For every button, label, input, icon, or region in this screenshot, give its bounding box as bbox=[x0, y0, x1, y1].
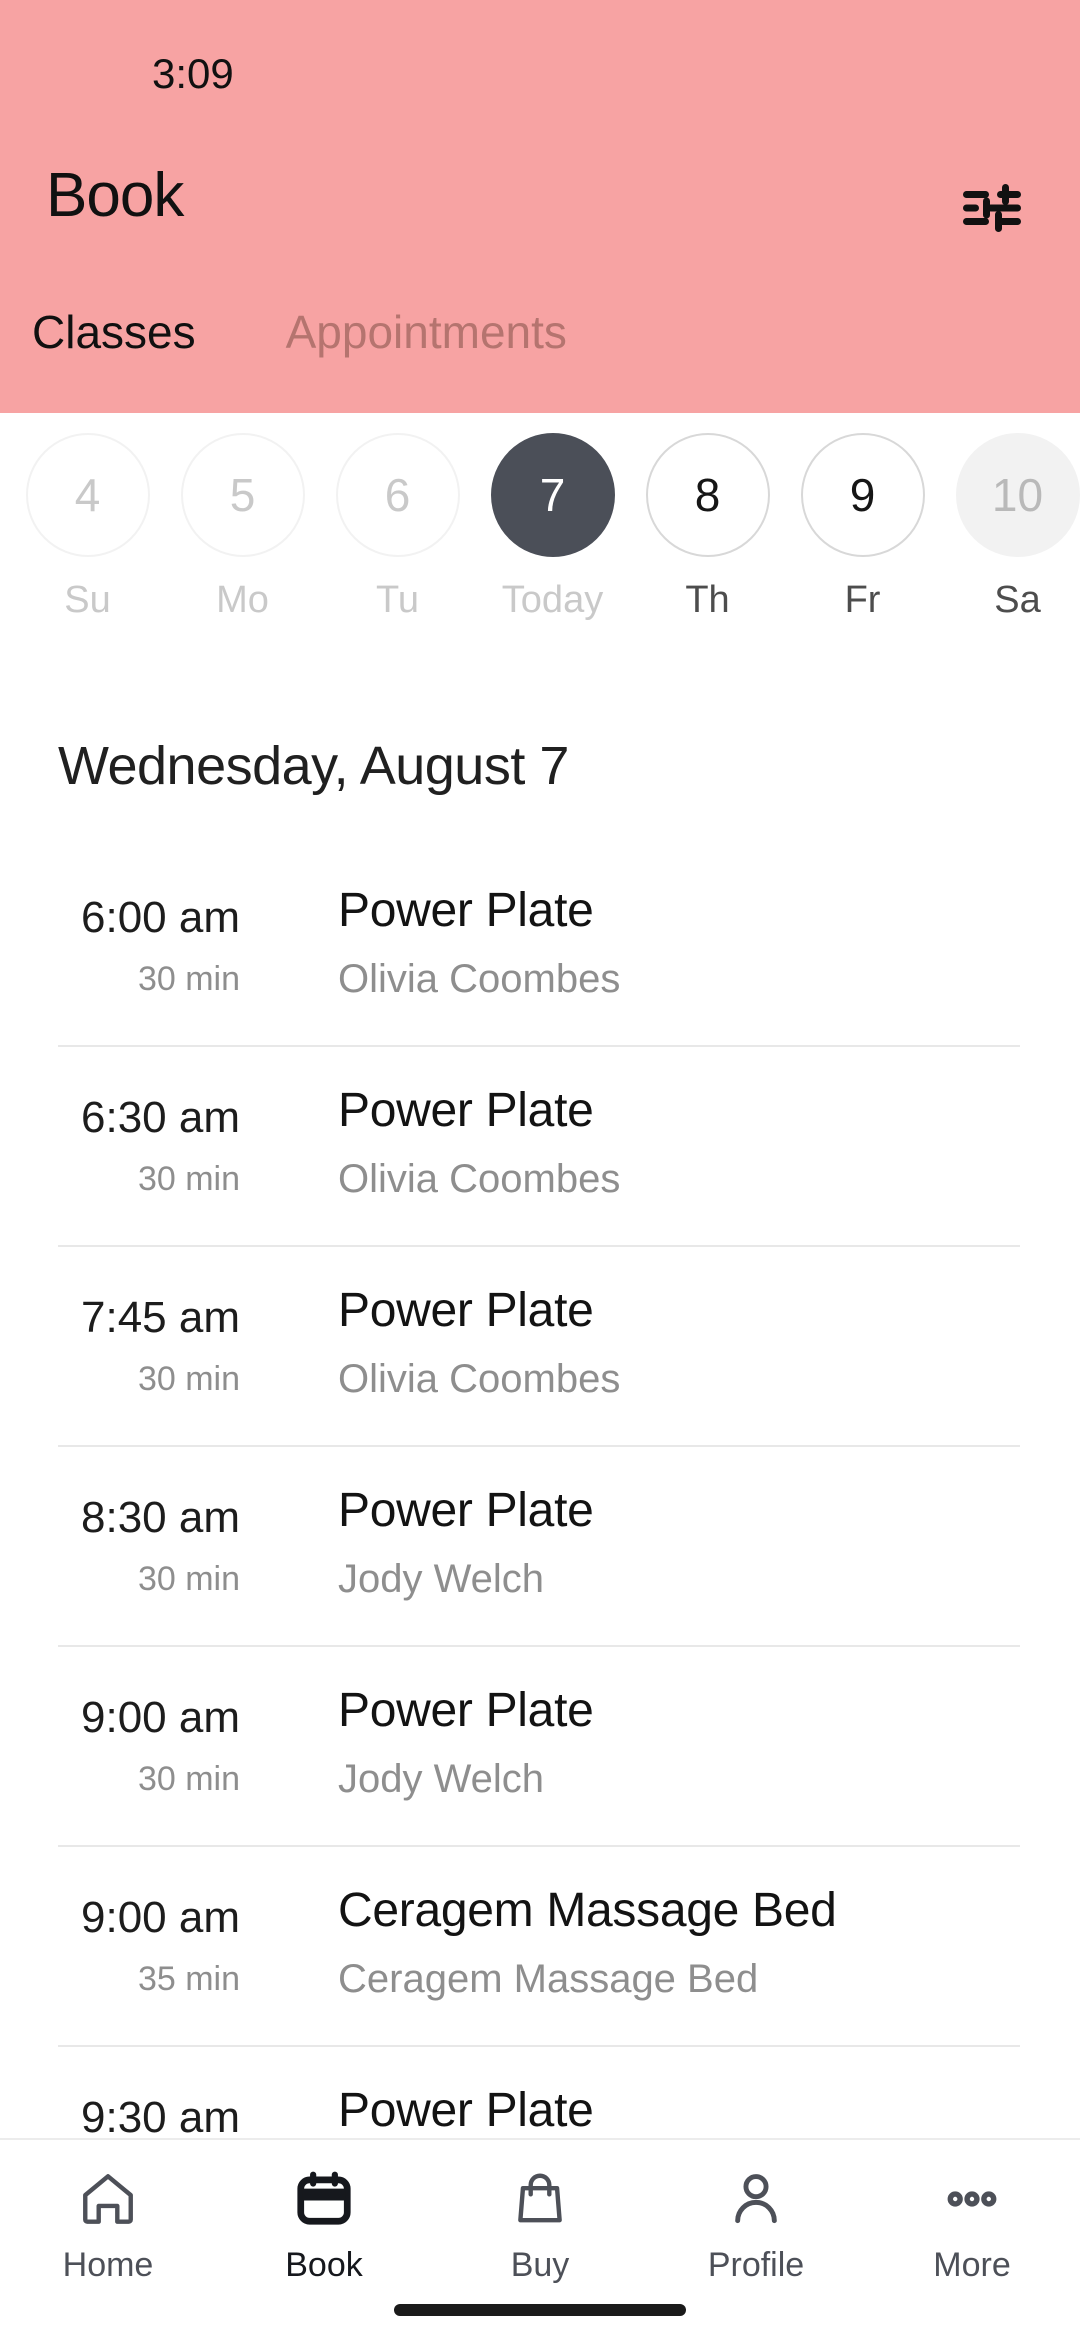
class-duration: 30 min bbox=[137, 1560, 240, 1598]
class-instructor: Jody Welch bbox=[338, 1557, 545, 1601]
nav-label: More bbox=[933, 2246, 1011, 2284]
nav-item-more[interactable]: More bbox=[864, 2162, 1080, 2285]
class-duration: 35 min bbox=[137, 1960, 240, 1998]
booking-tabs: Classes Appointments bbox=[0, 305, 567, 359]
date-weekday-label: Tu bbox=[376, 579, 419, 621]
tab-appointments[interactable]: Appointments bbox=[286, 305, 567, 359]
class-instructor: Olivia Coombes bbox=[338, 957, 621, 1001]
class-instructor: Ceragem Massage Bed bbox=[338, 1957, 759, 2001]
class-name: Power Plate bbox=[338, 2084, 594, 2137]
date-cell-7-today[interactable]: 7 Today bbox=[475, 433, 630, 622]
class-instructor: Jody Welch bbox=[338, 1757, 545, 1801]
class-instructor: Olivia Coombes bbox=[338, 1357, 621, 1401]
class-list-item[interactable]: 8:30 am 30 min Power Plate Jody Welch bbox=[0, 1445, 1080, 1645]
date-number: 8 bbox=[645, 433, 770, 557]
class-duration: 30 min bbox=[137, 1360, 240, 1398]
date-cell-10[interactable]: 10 Sa bbox=[940, 433, 1080, 622]
class-time: 9:00 am bbox=[81, 1893, 240, 1942]
row-divider bbox=[58, 2045, 1020, 2047]
nav-item-buy[interactable]: Buy bbox=[432, 2162, 648, 2285]
class-name: Power Plate bbox=[338, 1484, 594, 1537]
date-weekday-label: Fr bbox=[844, 579, 881, 621]
class-name: Ceragem Massage Bed bbox=[338, 1884, 837, 1937]
nav-label: Buy bbox=[510, 2246, 570, 2284]
class-name: Power Plate bbox=[338, 1284, 594, 1337]
row-divider bbox=[58, 1845, 1020, 1847]
row-divider bbox=[58, 1445, 1020, 1447]
class-list-item[interactable]: 7:45 am 30 min Power Plate Olivia Coombe… bbox=[0, 1245, 1080, 1445]
class-time: 9:30 am bbox=[81, 2093, 240, 2138]
date-number: 10 bbox=[955, 433, 1080, 557]
tab-classes[interactable]: Classes bbox=[32, 305, 196, 359]
class-list-item[interactable]: 9:00 am 30 min Power Plate Jody Welch bbox=[0, 1645, 1080, 1845]
nav-item-profile[interactable]: Profile bbox=[648, 2162, 864, 2285]
date-cell-5[interactable]: 5 Mo bbox=[165, 433, 320, 622]
class-duration: 30 min bbox=[137, 960, 240, 998]
date-number: 4 bbox=[25, 433, 150, 557]
nav-label: Profile bbox=[707, 2246, 805, 2284]
date-strip-row: 4 Su 5 Mo 6 Tu 7 Today 8 Th 9 Fr 10 Sa bbox=[10, 433, 1080, 622]
class-duration: 30 min bbox=[137, 1160, 240, 1198]
row-divider bbox=[58, 1245, 1020, 1247]
filter-button[interactable] bbox=[950, 172, 1034, 244]
class-list-item[interactable]: 6:30 am 30 min Power Plate Olivia Coombe… bbox=[0, 1045, 1080, 1245]
class-time: 6:30 am bbox=[81, 1093, 240, 1142]
page-title: Book bbox=[46, 161, 184, 230]
sliders-filter-icon bbox=[963, 184, 1021, 232]
nav-label: Home bbox=[62, 2246, 154, 2284]
date-weekday-label: Su bbox=[64, 579, 111, 621]
home-indicator bbox=[394, 2304, 686, 2316]
class-time: 9:00 am bbox=[81, 1693, 240, 1742]
nav-item-home[interactable]: Home bbox=[0, 2162, 216, 2285]
date-number: 6 bbox=[335, 433, 460, 557]
date-number-selected: 7 bbox=[490, 433, 615, 557]
day-heading: Wednesday, August 7 bbox=[58, 736, 569, 796]
date-weekday-label: Mo bbox=[216, 579, 269, 621]
class-duration: 30 min bbox=[137, 1760, 240, 1798]
date-number: 9 bbox=[800, 433, 925, 557]
row-divider bbox=[58, 1645, 1020, 1647]
bag-icon bbox=[509, 2162, 571, 2236]
date-cell-6[interactable]: 6 Tu bbox=[320, 433, 475, 622]
class-schedule-list[interactable]: 6:00 am 30 min Power Plate Olivia Coombe… bbox=[0, 845, 1080, 2138]
date-weekday-label: Sa bbox=[994, 579, 1041, 621]
class-name: Power Plate bbox=[338, 884, 594, 937]
dots-icon bbox=[941, 2162, 1003, 2236]
bottom-nav-items: Home Book Buy Profile More bbox=[0, 2162, 1080, 2285]
calendar-icon bbox=[293, 2162, 355, 2236]
date-cell-9[interactable]: 9 Fr bbox=[785, 433, 940, 622]
date-number: 5 bbox=[180, 433, 305, 557]
date-strip: 4 Su 5 Mo 6 Tu 7 Today 8 Th 9 Fr 10 Sa bbox=[0, 413, 1080, 668]
class-list-item[interactable]: 9:00 am 35 min Ceragem Massage Bed Cerag… bbox=[0, 1845, 1080, 2045]
status-bar: 3:09 bbox=[0, 0, 1080, 120]
nav-item-book[interactable]: Book bbox=[216, 2162, 432, 2285]
status-bar-clock: 3:09 bbox=[152, 50, 234, 97]
row-divider bbox=[58, 1045, 1020, 1047]
date-weekday-label: Th bbox=[685, 579, 730, 621]
class-list-item[interactable]: 9:30 am Power Plate bbox=[0, 2045, 1080, 2138]
date-cell-8[interactable]: 8 Th bbox=[630, 433, 785, 622]
class-name: Power Plate bbox=[338, 1084, 594, 1137]
class-instructor: Olivia Coombes bbox=[338, 1157, 621, 1201]
class-time: 6:00 am bbox=[81, 893, 240, 942]
person-icon bbox=[725, 2162, 787, 2236]
home-icon bbox=[77, 2162, 139, 2236]
class-time: 8:30 am bbox=[81, 1493, 240, 1542]
class-list-item[interactable]: 6:00 am 30 min Power Plate Olivia Coombe… bbox=[0, 845, 1080, 1045]
class-time: 7:45 am bbox=[81, 1293, 240, 1342]
app-header: 3:09 Book Classes Appointments bbox=[0, 0, 1080, 413]
date-cell-4[interactable]: 4 Su bbox=[10, 433, 165, 622]
app-screen: 3:09 Book Classes Appointments 4 Su 5 Mo… bbox=[0, 0, 1080, 2340]
date-weekday-label: Today bbox=[501, 579, 604, 621]
class-name: Power Plate bbox=[338, 1684, 594, 1737]
bottom-navigation: Home Book Buy Profile More bbox=[0, 2138, 1080, 2340]
nav-label: Book bbox=[285, 2246, 363, 2284]
